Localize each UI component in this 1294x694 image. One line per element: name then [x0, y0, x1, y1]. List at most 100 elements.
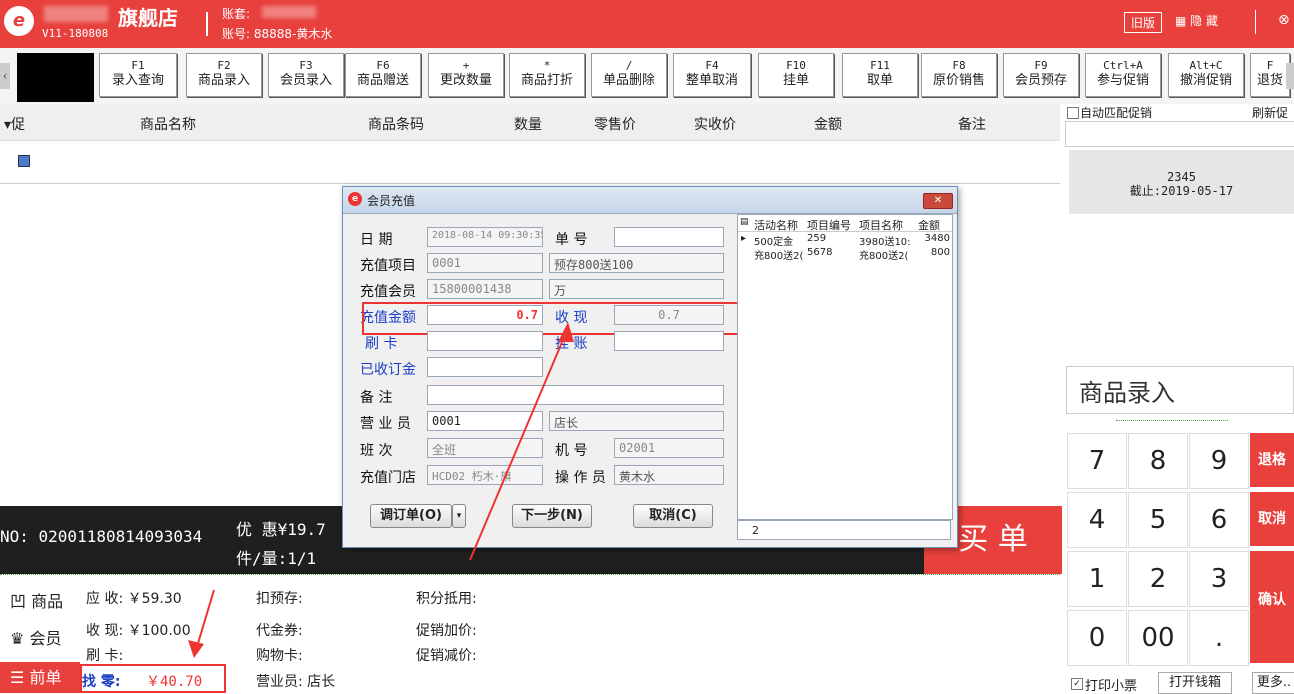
fkey-button[interactable]: F3 会员录入 — [268, 53, 344, 97]
cash-received: 收 现: ￥100.00 — [86, 623, 191, 639]
entry-divider — [1116, 420, 1228, 422]
table-cell[interactable]: 5678 — [807, 247, 858, 258]
order-no-field[interactable] — [614, 227, 724, 247]
fkey-shortcut: F8 — [952, 59, 966, 72]
numpad-key[interactable]: 6 — [1189, 492, 1249, 548]
adjust-dropdown-icon[interactable]: ▾ — [452, 504, 466, 528]
arrow-line-2 — [195, 589, 215, 651]
col-qty[interactable]: 数量 — [514, 114, 542, 134]
shift-field[interactable]: 全班 — [427, 438, 543, 458]
machine-field[interactable]: 02001 — [614, 438, 724, 458]
item-label: 充值项目 — [360, 258, 416, 274]
col-retail[interactable]: 零售价 — [594, 114, 636, 134]
card-payment: 刷 卡: — [86, 648, 124, 664]
backspace-button[interactable]: 退格 — [1250, 433, 1294, 487]
fkey-button[interactable]: F6 商品赠送 — [345, 53, 421, 97]
numpad-key[interactable]: . — [1189, 610, 1249, 666]
table-cell[interactable]: 充800送2( — [754, 247, 806, 262]
nav-members[interactable]: ♛ 会员 — [0, 623, 80, 655]
fkey-button[interactable]: Alt+C 撤消促销 — [1168, 53, 1244, 97]
hide-button[interactable]: ▦ 隐 藏 — [1175, 12, 1218, 29]
fkey-button[interactable]: / 单品删除 — [591, 53, 667, 97]
numpad-key[interactable]: 8 — [1128, 433, 1188, 489]
remark-field[interactable] — [427, 385, 724, 405]
nav-products[interactable]: 凹 商品 — [0, 586, 80, 618]
dialog-titlebar — [343, 187, 957, 214]
old-version-button[interactable]: 旧版 — [1124, 12, 1163, 33]
more-button[interactable]: 更多.. — [1252, 672, 1294, 694]
col-barcode[interactable]: 商品条码 — [368, 114, 424, 134]
voucher: 代金券: — [256, 623, 303, 639]
numpad-key[interactable]: 2 — [1128, 551, 1188, 607]
numpad-key[interactable]: 9 — [1189, 433, 1249, 489]
adjust-order-button[interactable]: 调订单(O) — [370, 504, 452, 528]
table-cell[interactable]: 800 — [918, 247, 950, 258]
fkey-button[interactable]: F11 取单 — [842, 53, 918, 97]
numpad-key[interactable]: 3 — [1189, 551, 1249, 607]
promo-filter-box[interactable] — [1065, 121, 1294, 147]
print-receipt-checkbox[interactable]: ✓ — [1071, 678, 1083, 690]
list-icon: ☰ — [10, 668, 30, 687]
fkey-button[interactable]: + 更改数量 — [428, 53, 504, 97]
store-label: 充值门店 — [360, 470, 416, 486]
numpad-key[interactable]: 4 — [1067, 492, 1127, 548]
nav-previous[interactable]: ☰ 前单 — [0, 662, 80, 693]
clerk-summary: 营业员: 店长 — [256, 674, 336, 690]
date-field[interactable]: 2018-08-14 09:30:35 — [427, 227, 543, 247]
fkey-button[interactable]: F2 商品录入 — [186, 53, 262, 97]
table-cell[interactable]: 3980送10: — [859, 233, 917, 248]
fkey-button[interactable]: F4 整单取消 — [673, 53, 751, 97]
numpad-key[interactable]: 7 — [1067, 433, 1127, 489]
credit-field[interactable] — [614, 331, 724, 351]
numpad-key[interactable]: 5 — [1128, 492, 1188, 548]
open-drawer-button[interactable]: 打开钱箱 — [1158, 672, 1232, 694]
dialog-close-icon[interactable]: ✕ — [923, 193, 953, 209]
deposit-field[interactable] — [427, 357, 543, 377]
numpad-key[interactable]: 1 — [1067, 551, 1127, 607]
fkey-button[interactable]: F10 挂单 — [758, 53, 834, 97]
fkey-button[interactable]: Ctrl+A 参与促销 — [1085, 53, 1161, 97]
numpad-key[interactable]: 00 — [1128, 610, 1188, 666]
clerk-name-field[interactable]: 店长 — [549, 411, 724, 431]
products-icon: 凹 — [10, 592, 32, 611]
close-icon[interactable]: ⊗ — [1278, 12, 1290, 28]
member-phone-field[interactable]: 15800001438 — [427, 279, 543, 299]
item-name-field[interactable]: 预存800送100 — [549, 253, 724, 273]
fkey-label: 参与促销 — [1096, 73, 1149, 88]
auto-match-checkbox[interactable] — [1067, 107, 1079, 119]
col-name[interactable]: 商品名称 — [140, 114, 196, 134]
table-cell[interactable]: 500定金 — [754, 233, 806, 248]
account-set-label: 账套: — [222, 7, 251, 21]
col-remark[interactable]: 备注 — [958, 114, 986, 134]
fkey-button[interactable]: F8 原价销售 — [921, 53, 997, 97]
col-amount[interactable]: 金额 — [814, 114, 842, 134]
promo-card[interactable]: 2345 截止:2019-05-17 — [1069, 150, 1294, 214]
member-name-field[interactable]: 万 — [549, 279, 724, 299]
col-promo[interactable]: ▾促 — [4, 114, 25, 134]
fkey-label: 商品赠送 — [356, 73, 409, 88]
card-field[interactable] — [427, 331, 543, 351]
preview-box — [17, 53, 94, 102]
operator-field[interactable]: 黄木水 — [614, 465, 724, 485]
table-cell[interactable]: 259 — [807, 233, 858, 244]
confirm-button[interactable]: 确认 — [1250, 551, 1294, 663]
fkey-label: 挂单 — [782, 73, 809, 88]
cancel-button[interactable]: 取消 — [1250, 492, 1294, 546]
numpad-key[interactable]: 0 — [1067, 610, 1127, 666]
next-step-button[interactable]: 下一步(N) — [512, 504, 592, 528]
store-field[interactable]: HCD02 朽木·旗 — [427, 465, 543, 485]
clerk-code-field[interactable]: 0001 — [427, 411, 543, 431]
scroll-right-icon[interactable] — [1286, 63, 1294, 89]
fkey-button[interactable]: F1 录入查询 — [99, 53, 177, 97]
item-code-field[interactable]: 0001 — [427, 253, 543, 273]
col-actual[interactable]: 实收价 — [694, 114, 736, 134]
fkey-button[interactable]: F 退货 — [1250, 53, 1290, 97]
fkey-button[interactable]: F9 会员预存 — [1003, 53, 1079, 97]
machine-label: 机 号 — [555, 443, 588, 459]
table-cell[interactable]: 3480 — [918, 233, 950, 244]
dialog-cancel-button[interactable]: 取消(C) — [633, 504, 713, 528]
scroll-left-icon[interactable]: ‹ — [0, 63, 10, 89]
row-checkbox[interactable] — [18, 155, 30, 167]
fkey-button[interactable]: * 商品打折 — [509, 53, 585, 97]
table-cell[interactable]: 充800送2( — [859, 247, 917, 262]
